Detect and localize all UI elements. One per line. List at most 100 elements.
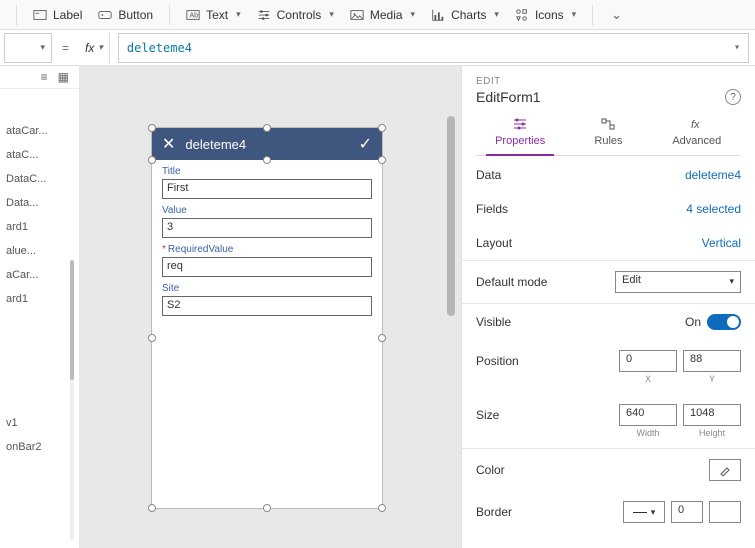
ribbon-more-button[interactable]: ⌄	[603, 3, 628, 27]
tree-item[interactable]: DataC...	[4, 167, 75, 191]
control-name[interactable]: EditForm1	[476, 89, 541, 105]
chevron-down-icon: ▾	[40, 42, 45, 53]
field-label: *RequiredValue	[162, 244, 372, 255]
rules-icon	[600, 117, 616, 131]
required-asterisk: *	[162, 244, 166, 255]
sublabel: X	[645, 374, 651, 384]
prop-fields-row: Fields 4 selected	[462, 192, 755, 226]
formula-value: deleteme4	[127, 41, 192, 55]
main-area: ≡ ▦ ataCar... ataC... DataC... Data... a…	[0, 66, 755, 548]
prop-label: Size	[476, 404, 499, 422]
position-y-input[interactable]: 88	[683, 350, 741, 372]
tree-scrollbar[interactable]	[70, 220, 78, 500]
ribbon-charts-button[interactable]: Charts▾	[425, 4, 505, 26]
chevron-down-icon: ▾	[729, 276, 734, 287]
size-height-input[interactable]: 1048	[683, 404, 741, 426]
tree-item[interactable]: ataCar...	[4, 119, 75, 143]
fields-link[interactable]: 4 selected	[686, 202, 741, 216]
field-input[interactable]: 3	[162, 218, 372, 238]
ribbon-media-button[interactable]: Media▾	[344, 4, 421, 26]
color-swatch[interactable]	[709, 459, 741, 481]
ribbon-label-button[interactable]: Label	[27, 4, 88, 26]
position-x-input[interactable]: 0	[619, 350, 677, 372]
border-color-swatch[interactable]	[709, 501, 741, 523]
ribbon-text-button[interactable]: Ab Text▾	[180, 4, 247, 26]
ribbon-icons-button[interactable]: Icons▾	[509, 4, 582, 26]
tree-item[interactable]: ard1	[4, 287, 75, 311]
ribbon-divider	[16, 5, 17, 25]
selection-handle[interactable]	[148, 334, 156, 342]
selection-handle[interactable]	[378, 334, 386, 342]
field-input[interactable]: First	[162, 179, 372, 199]
property-selector[interactable]: ▾	[4, 33, 52, 63]
formula-input[interactable]: deleteme4 ▾	[118, 33, 749, 63]
chevron-down-icon: ▾	[734, 42, 740, 53]
field-input[interactable]: req	[162, 257, 372, 277]
list-view-icon[interactable]: ≡	[41, 70, 48, 84]
size-width-input[interactable]: 640	[619, 404, 677, 426]
selection-handle[interactable]	[263, 504, 271, 512]
form-body: Title First Value 3 *RequiredValue req S…	[152, 160, 382, 338]
ribbon-button-button[interactable]: Button	[92, 4, 159, 26]
data-source-link[interactable]: deleteme4	[685, 168, 741, 182]
eyedropper-icon	[719, 464, 731, 476]
selection-handle[interactable]	[378, 504, 386, 512]
ribbon-button-text: Button	[118, 8, 153, 22]
selection-handle[interactable]	[148, 156, 156, 164]
checkmark-icon[interactable]: ✓	[359, 134, 372, 154]
toggle-text: On	[685, 315, 701, 329]
controls-icon	[257, 8, 271, 22]
tree-item[interactable]: onBar2	[4, 435, 75, 459]
border-width-input[interactable]: 0	[671, 501, 703, 523]
ribbon-divider	[592, 5, 593, 25]
label-icon	[33, 8, 47, 22]
chevron-down-icon: ▾	[572, 9, 577, 20]
visible-toggle[interactable]	[707, 314, 741, 330]
formula-bar: ▾ = fx▾ deleteme4 ▾	[0, 30, 755, 66]
selection-handle[interactable]	[263, 124, 271, 132]
ribbon-controls-button[interactable]: Controls▾	[251, 4, 340, 26]
selection-handle[interactable]	[378, 124, 386, 132]
close-icon[interactable]: ✕	[162, 134, 175, 154]
fx-label[interactable]: fx▾	[79, 33, 110, 63]
edit-form-control[interactable]: ✕ deleteme4 ✓ Title First Value 3	[152, 128, 382, 508]
form-field: Site S2	[162, 283, 372, 316]
tree-item[interactable]: ard1	[4, 215, 75, 239]
panel-body: Data deleteme4 Fields 4 selected Layout …	[462, 158, 755, 548]
tree-list: ataCar... ataC... DataC... Data... ard1 …	[0, 89, 79, 465]
selection-handle[interactable]	[148, 124, 156, 132]
media-icon	[350, 8, 364, 22]
form-field: *RequiredValue req	[162, 244, 372, 277]
selection-handle[interactable]	[378, 156, 386, 164]
border-style-select[interactable]: ▾	[623, 501, 665, 523]
prop-defaultmode-row: Default mode Edit▾	[462, 261, 755, 303]
ribbon-media-label: Media	[370, 8, 403, 22]
properties-icon	[512, 117, 528, 131]
panel-tabs: Properties Rules fx Advanced	[476, 111, 741, 156]
tree-item[interactable]: v1	[4, 411, 75, 435]
tree-view-tabs: ≡ ▦	[0, 66, 79, 89]
tree-item[interactable]: Data...	[4, 191, 75, 215]
selection-handle[interactable]	[263, 156, 271, 164]
canvas-scrollbar[interactable]	[447, 76, 455, 538]
tab-properties[interactable]: Properties	[476, 111, 564, 155]
layout-link[interactable]: Vertical	[702, 236, 741, 250]
tree-item[interactable]: aCar...	[4, 263, 75, 287]
tab-label: Rules	[594, 135, 622, 147]
canvas[interactable]: ✕ deleteme4 ✓ Title First Value 3	[80, 66, 461, 548]
help-icon[interactable]: ?	[725, 89, 741, 105]
tab-advanced[interactable]: fx Advanced	[653, 111, 741, 155]
prop-label: Layout	[476, 236, 512, 250]
field-input[interactable]: S2	[162, 296, 372, 316]
tree-item[interactable]: alue...	[4, 239, 75, 263]
tree-item[interactable]: ataC...	[4, 143, 75, 167]
sublabel: Height	[699, 428, 725, 438]
selection-handle[interactable]	[148, 504, 156, 512]
prop-layout-row: Layout Vertical	[462, 226, 755, 260]
chevron-down-icon: ▾	[236, 9, 241, 20]
defaultmode-select[interactable]: Edit▾	[615, 271, 741, 293]
prop-visible-row: Visible On	[462, 304, 755, 340]
tab-rules[interactable]: Rules	[564, 111, 652, 155]
ribbon-controls-label: Controls	[277, 8, 322, 22]
grid-view-icon[interactable]: ▦	[58, 70, 69, 84]
